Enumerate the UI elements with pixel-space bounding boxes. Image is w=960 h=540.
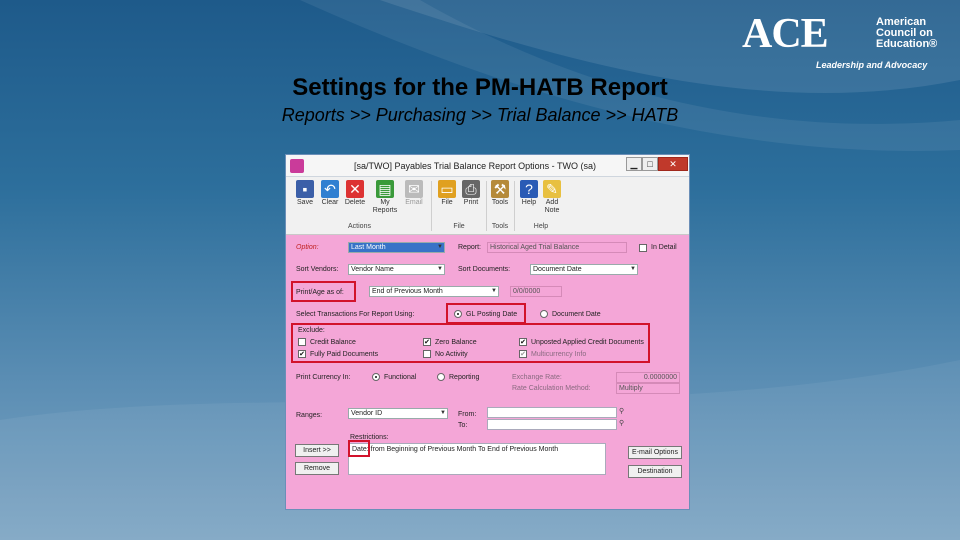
exclude-label: Exclude: <box>298 327 325 334</box>
document-date-label: Document Date <box>552 311 601 318</box>
close-button[interactable]: ✕ <box>658 157 688 171</box>
reporting-label: Reporting <box>449 374 480 381</box>
highlight-print-age <box>291 281 356 302</box>
multicurrency-label: Multicurrency Info <box>531 351 587 358</box>
clear-icon: ↶ <box>321 180 339 198</box>
email-icon: ✉ <box>405 180 423 198</box>
credit-balance-label: Credit Balance <box>310 339 356 346</box>
window-titlebar: [sa/TWO] Payables Trial Balance Report O… <box>286 155 689 177</box>
tools-button[interactable]: ⚒ Tools <box>487 180 513 207</box>
unposted-applied-checkbox[interactable]: ✔ <box>519 338 527 346</box>
multicurrency-checkbox[interactable]: ✔ <box>519 350 527 358</box>
my-reports-icon: ▤ <box>376 180 394 198</box>
rate-calc-field: Multiply <box>616 383 680 394</box>
help-group-label: Help <box>533 223 549 230</box>
zero-balance-checkbox[interactable]: ✔ <box>423 338 431 346</box>
destination-button[interactable]: Destination <box>628 465 682 478</box>
report-label: Report: <box>458 244 481 251</box>
window-title: [sa/TWO] Payables Trial Balance Report O… <box>354 161 596 171</box>
tools-group-label: Tools <box>491 223 509 230</box>
to-lookup-icon[interactable]: ⚲ <box>619 419 628 428</box>
sort-documents-label: Sort Documents: <box>458 266 511 273</box>
print-age-select[interactable]: End of Previous Month ▼ <box>369 286 499 297</box>
print-icon: ⎙ <box>462 180 480 198</box>
option-select[interactable]: Last Month ▼ <box>348 242 445 253</box>
print-age-date-field: 0/0/0000 <box>510 286 562 297</box>
ranges-label: Ranges: <box>296 412 323 419</box>
zero-balance-label: Zero Balance <box>435 339 477 346</box>
save-button[interactable]: ▪ Save <box>292 180 318 207</box>
functional-label: Functional <box>384 374 417 381</box>
from-field[interactable] <box>487 407 617 418</box>
file-icon: ▭ <box>438 180 456 198</box>
app-icon <box>290 159 304 173</box>
ranges-select[interactable]: Vendor ID ▼ <box>348 408 448 419</box>
slide-subtitle: Reports >> Purchasing >> Trial Balance >… <box>281 105 679 125</box>
print-currency-label: Print Currency In: <box>296 374 351 381</box>
report-options-window: [sa/TWO] Payables Trial Balance Report O… <box>285 154 690 510</box>
gl-posting-date-radio[interactable] <box>454 310 462 318</box>
in-detail-label: In Detail <box>651 244 677 251</box>
document-date-radio[interactable] <box>540 310 548 318</box>
file-group-label: File <box>453 223 465 230</box>
add-note-button[interactable]: ✎ Add Note <box>539 180 565 215</box>
reporting-radio[interactable] <box>437 373 445 381</box>
exchange-rate-label: Exchange Rate: <box>512 374 562 381</box>
ribbon-toolbar: ▪ Save ↶ Clear ✕ Delete ▤ My Reports ✉ E… <box>286 177 689 235</box>
credit-balance-checkbox[interactable] <box>298 338 306 346</box>
restriction-item[interactable]: Date: from Beginning of Previous Month T… <box>352 446 558 453</box>
restrictions-list[interactable]: Date: from Beginning of Previous Month T… <box>348 443 606 475</box>
to-field[interactable] <box>487 419 617 430</box>
help-icon: ? <box>520 180 538 198</box>
print-button[interactable]: ⎙ Print <box>458 180 484 207</box>
option-label: Option: <box>296 244 319 251</box>
no-activity-label: No Activity <box>435 351 468 358</box>
tools-icon: ⚒ <box>491 180 509 198</box>
from-lookup-icon[interactable]: ⚲ <box>619 407 628 416</box>
file-button[interactable]: ▭ File <box>434 180 460 207</box>
clear-button[interactable]: ↶ Clear <box>317 180 343 207</box>
functional-radio[interactable] <box>372 373 380 381</box>
ace-tagline: Leadership and Advocacy <box>816 60 928 70</box>
slide-title: Settings for the PM-HATB Report <box>292 74 668 101</box>
actions-group-label: Actions <box>348 223 371 230</box>
sort-vendors-label: Sort Vendors: <box>296 266 339 273</box>
no-activity-checkbox[interactable] <box>423 350 431 358</box>
my-reports-button[interactable]: ▤ My Reports <box>372 180 398 215</box>
insert-button[interactable]: Insert >> <box>295 444 339 457</box>
unposted-applied-label: Unposted Applied Credit Documents <box>531 339 644 346</box>
maximize-button[interactable]: □ <box>642 157 658 171</box>
delete-button[interactable]: ✕ Delete <box>342 180 368 207</box>
ribbon-separator <box>514 181 515 231</box>
exchange-rate-field: 0.0000000 <box>616 372 680 383</box>
ribbon-separator <box>431 181 432 231</box>
fully-paid-checkbox[interactable]: ✔ <box>298 350 306 358</box>
from-label: From: <box>458 411 477 418</box>
remove-button[interactable]: Remove <box>295 462 339 475</box>
report-field: Historical Aged Trial Balance <box>487 242 627 253</box>
save-icon: ▪ <box>296 180 314 198</box>
email-button[interactable]: ✉ Email <box>401 180 427 207</box>
sort-vendors-select[interactable]: Vendor Name ▼ <box>348 264 445 275</box>
rate-calc-label: Rate Calculation Method: <box>512 385 591 392</box>
add-note-icon: ✎ <box>543 180 561 198</box>
ace-logo-mark: ACE <box>742 11 829 57</box>
ace-logo-name: American Council on Education® <box>876 16 938 50</box>
ace-logo: ACE American Council on Education® Leade… <box>742 11 942 72</box>
select-transactions-label: Select Transactions For Report Using: <box>296 311 415 318</box>
sort-documents-select[interactable]: Document Date ▼ <box>530 264 638 275</box>
gl-posting-date-label: GL Posting Date <box>466 311 518 318</box>
in-detail-checkbox[interactable] <box>639 244 647 252</box>
fully-paid-label: Fully Paid Documents <box>310 351 379 358</box>
to-label: To: <box>458 422 468 429</box>
minimize-button[interactable]: ▁ <box>626 157 642 171</box>
delete-icon: ✕ <box>346 180 364 198</box>
email-options-button[interactable]: E-mail Options <box>628 446 682 459</box>
highlight-date-restriction <box>348 440 370 457</box>
